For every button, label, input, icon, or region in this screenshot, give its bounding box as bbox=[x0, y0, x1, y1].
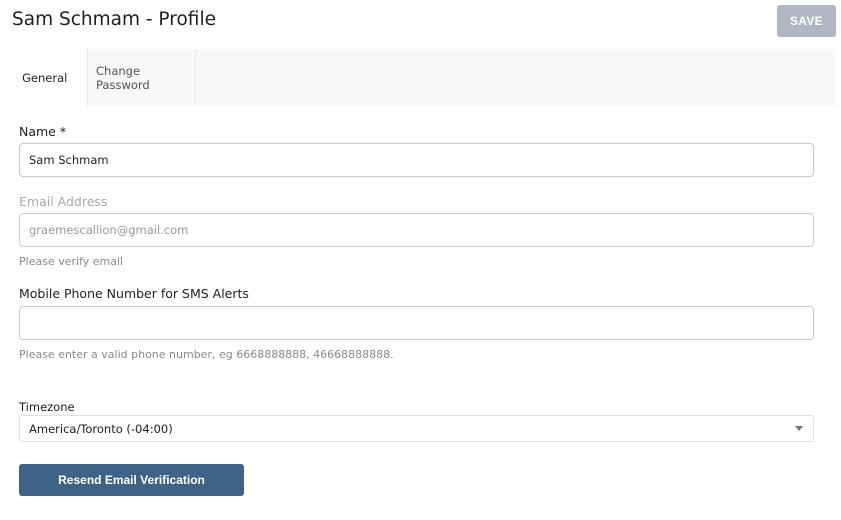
email-field: graemescallion@gmail.com bbox=[19, 213, 814, 247]
save-button[interactable]: SAVE bbox=[777, 5, 836, 37]
resend-email-verification-button[interactable]: Resend Email Verification bbox=[19, 464, 244, 496]
timezone-label: Timezone bbox=[19, 400, 75, 414]
email-label: Email Address bbox=[19, 194, 108, 209]
tab-general[interactable]: General bbox=[0, 49, 87, 106]
phone-field[interactable] bbox=[19, 306, 814, 340]
tab-change-password[interactable]: Change Password bbox=[87, 49, 196, 106]
email-hint: Please verify email bbox=[19, 255, 124, 268]
page-title: Sam Schmam - Profile bbox=[12, 9, 216, 30]
timezone-selected-value: America/Toronto (-04:00) bbox=[29, 421, 173, 436]
profile-page: Sam Schmam - Profile SAVE General Change… bbox=[0, 0, 841, 520]
tab-bar: General Change Password bbox=[0, 49, 836, 106]
timezone-select[interactable]: America/Toronto (-04:00) bbox=[19, 415, 814, 442]
phone-label: Mobile Phone Number for SMS Alerts bbox=[19, 286, 249, 301]
chevron-down-icon bbox=[795, 426, 803, 431]
phone-hint: Please enter a valid phone number, eg 66… bbox=[19, 348, 394, 361]
name-label: Name * bbox=[19, 124, 67, 139]
name-field[interactable]: Sam Schmam bbox=[19, 143, 814, 177]
